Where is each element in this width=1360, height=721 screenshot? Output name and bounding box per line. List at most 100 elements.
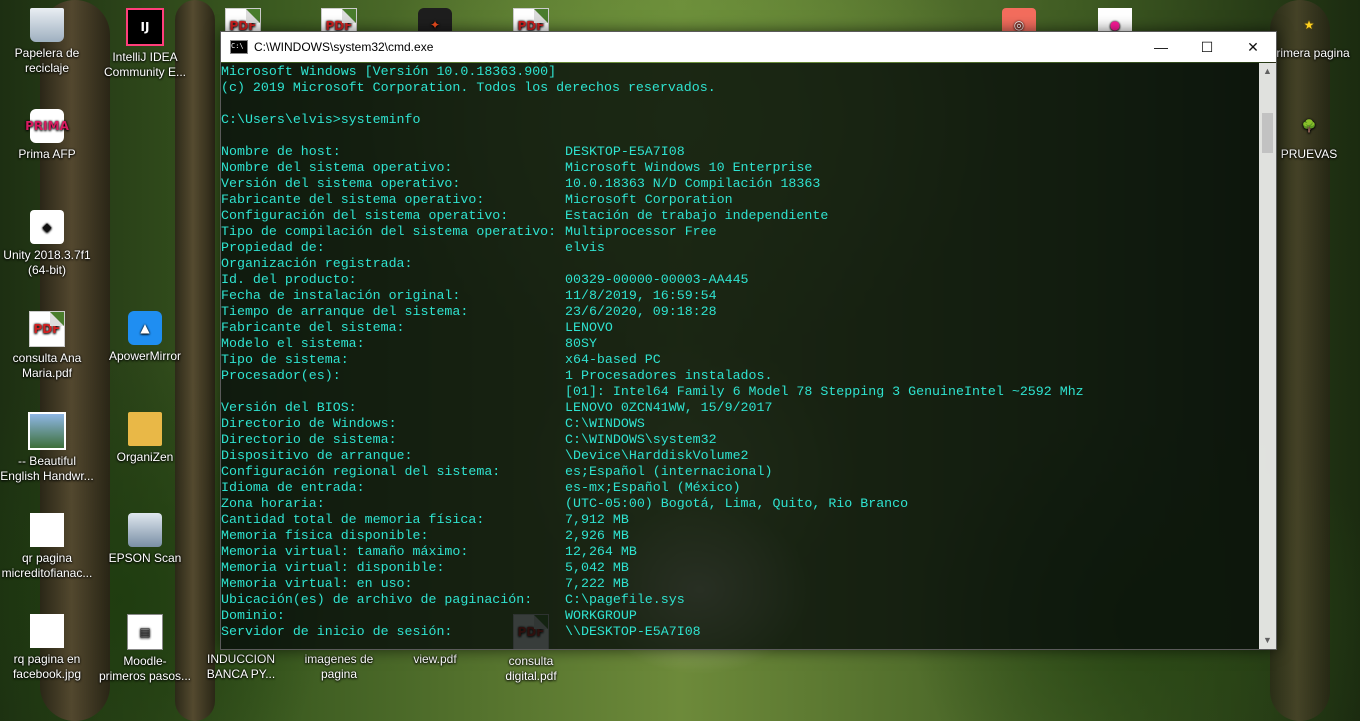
systeminfo-value: elvis bbox=[565, 240, 605, 255]
close-button[interactable]: ✕ bbox=[1230, 32, 1276, 62]
desktop-icon-papelera[interactable]: Papelera de reciclaje bbox=[0, 8, 94, 76]
desktop-icon-label: ApowerMirror bbox=[108, 349, 181, 363]
systeminfo-key: Configuración regional del sistema: bbox=[221, 464, 501, 479]
systeminfo-key: Dispositivo de arranque: bbox=[221, 448, 413, 463]
desktop-icon-moodle[interactable]: ▤ Moodle- primeros pasos... bbox=[98, 614, 192, 684]
header-line: (c) 2019 Microsoft Corporation. Todos lo… bbox=[221, 80, 716, 95]
systeminfo-value: [01]: Intel64 Family 6 Model 78 Stepping… bbox=[565, 384, 1084, 399]
desktop-icon-label: qr pagina micreditofianac... bbox=[1, 551, 93, 580]
systeminfo-row: Memoria virtual: tamaño máximo: 12,264 MB bbox=[221, 544, 1251, 560]
scroll-up-icon[interactable]: ▲ bbox=[1259, 63, 1276, 80]
systeminfo-value: 12,264 MB bbox=[565, 544, 637, 559]
desktop-icon-beautiful[interactable]: -- Beautiful English Handwr... bbox=[0, 412, 94, 484]
systeminfo-value: 2,926 MB bbox=[565, 528, 629, 543]
systeminfo-key: Memoria virtual: disponible: bbox=[221, 560, 445, 575]
systeminfo-key: Idioma de entrada: bbox=[221, 480, 365, 495]
systeminfo-value: 7,222 MB bbox=[565, 576, 629, 591]
desktop-icon-epson[interactable]: EPSON Scan bbox=[98, 513, 192, 566]
systeminfo-value: 10.0.18363 N/D Compilación 18363 bbox=[565, 176, 821, 191]
systeminfo-key: Versión del BIOS: bbox=[221, 400, 357, 415]
systeminfo-key: Zona horaria: bbox=[221, 496, 325, 511]
desktop-icon-qrpagina[interactable]: qr pagina micreditofianac... bbox=[0, 513, 94, 581]
systeminfo-row: Dominio: WORKGROUP bbox=[221, 608, 1251, 624]
console-output[interactable]: Microsoft Windows [Versión 10.0.18363.90… bbox=[221, 63, 1259, 649]
intellij-icon: IJ bbox=[126, 8, 164, 46]
apowermirror-icon: ▲ bbox=[128, 311, 162, 345]
systeminfo-value: 11/8/2019, 16:59:54 bbox=[565, 288, 717, 303]
systeminfo-value: \Device\HarddiskVolume2 bbox=[565, 448, 749, 463]
systeminfo-row: Fabricante del sistema operativo: Microso… bbox=[221, 192, 1251, 208]
prompt-line: C:\Users\elvis>systeminfo bbox=[221, 112, 421, 127]
systeminfo-row: Servidor de inicio de sesión: \\DESKTOP-E… bbox=[221, 624, 1251, 640]
desktop-icon-apower[interactable]: ▲ ApowerMirror bbox=[98, 311, 192, 364]
systeminfo-value: 7,912 MB bbox=[565, 512, 629, 527]
title-bar[interactable]: C:\ C:\WINDOWS\system32\cmd.exe — ☐ ✕ bbox=[221, 32, 1276, 62]
systeminfo-key: Fecha de instalación original: bbox=[221, 288, 461, 303]
desktop-icon-rqpagina[interactable]: rq pagina en facebook.jpg bbox=[0, 614, 94, 682]
systeminfo-value: Microsoft Windows 10 Enterprise bbox=[565, 160, 813, 175]
systeminfo-row: Cantidad total de memoria física: 7,912 M… bbox=[221, 512, 1251, 528]
window-title: C:\WINDOWS\system32\cmd.exe bbox=[254, 40, 434, 54]
pdf-icon: PDF bbox=[29, 311, 65, 347]
desktop-icon-consulta[interactable]: PDF consulta Ana Maria.pdf bbox=[0, 311, 94, 381]
systeminfo-key: Nombre de host: bbox=[221, 144, 341, 159]
maximize-button[interactable]: ☐ bbox=[1184, 32, 1230, 62]
systeminfo-value: \\DESKTOP-E5A7I08 bbox=[565, 624, 701, 639]
systeminfo-key: Directorio de sistema: bbox=[221, 432, 397, 447]
systeminfo-row: Fecha de instalación original: 11/8/2019,… bbox=[221, 288, 1251, 304]
systeminfo-value: Multiprocessor Free bbox=[565, 224, 717, 239]
systeminfo-value: es-mx;Español (México) bbox=[565, 480, 741, 495]
systeminfo-row: Ubicación(es) de archivo de paginación: C… bbox=[221, 592, 1251, 608]
systeminfo-row: Nombre de host: DESKTOP-E5A7I08 bbox=[221, 144, 1251, 160]
scroll-thumb[interactable] bbox=[1262, 113, 1273, 153]
systeminfo-value: 1 Procesadores instalados. bbox=[565, 368, 773, 383]
systeminfo-value: 23/6/2020, 09:18:28 bbox=[565, 304, 717, 319]
systeminfo-row: Dispositivo de arranque: \Device\Harddisk… bbox=[221, 448, 1251, 464]
scroll-down-icon[interactable]: ▼ bbox=[1259, 632, 1276, 649]
systeminfo-key: Tipo de compilación del sistema operativ… bbox=[221, 224, 557, 239]
qr-icon bbox=[30, 513, 64, 547]
desktop-icon-primaafp[interactable]: PRIMA Prima AFP bbox=[0, 109, 94, 162]
systeminfo-value: es;Español (internacional) bbox=[565, 464, 773, 479]
systeminfo-row: Configuración del sistema operativo: Esta… bbox=[221, 208, 1251, 224]
systeminfo-key: Cantidad total de memoria física: bbox=[221, 512, 485, 527]
desktop-icon-label: consulta digital.pdf bbox=[505, 654, 557, 683]
systeminfo-key: Versión del sistema operativo: bbox=[221, 176, 461, 191]
tree-icon: 🌳 bbox=[1301, 118, 1317, 133]
desktop-icon-organizen[interactable]: OrganiZen bbox=[98, 412, 192, 465]
systeminfo-value: WORKGROUP bbox=[565, 608, 637, 623]
desktop-icon-label: OrganiZen bbox=[116, 450, 174, 464]
systeminfo-row: Directorio de Windows: C:\WINDOWS bbox=[221, 416, 1251, 432]
systeminfo-key: Fabricante del sistema: bbox=[221, 320, 405, 335]
systeminfo-row: Configuración regional del sistema: es;Es… bbox=[221, 464, 1251, 480]
systeminfo-row: Tipo de sistema: x64-based PC bbox=[221, 352, 1251, 368]
systeminfo-row: Modelo el sistema: 80SY bbox=[221, 336, 1251, 352]
prima-afp-icon: PRIMA bbox=[25, 109, 69, 143]
cmd-window[interactable]: C:\ C:\WINDOWS\system32\cmd.exe — ☐ ✕ Mi… bbox=[220, 31, 1277, 650]
systeminfo-row: Versión del sistema operativo: 10.0.18363… bbox=[221, 176, 1251, 192]
minimize-button[interactable]: — bbox=[1138, 32, 1184, 62]
systeminfo-value: 00329-00000-00003-AA445 bbox=[565, 272, 749, 287]
systeminfo-row: Fabricante del sistema: LENOVO bbox=[221, 320, 1251, 336]
systeminfo-row: Idioma de entrada: es-mx;Español (México) bbox=[221, 480, 1251, 496]
document-icon: ▤ bbox=[127, 614, 163, 650]
desktop-icon-intellij[interactable]: IJ IntelliJ IDEA Community E... bbox=[98, 8, 192, 80]
systeminfo-key: Configuración del sistema operativo: bbox=[221, 208, 509, 223]
systeminfo-row: Directorio de sistema: C:\WINDOWS\system3… bbox=[221, 432, 1251, 448]
systeminfo-value: Estación de trabajo independiente bbox=[565, 208, 829, 223]
desktop-icon-label: IntelliJ IDEA Community E... bbox=[103, 50, 187, 79]
systeminfo-key: Modelo el sistema: bbox=[221, 336, 365, 351]
systeminfo-key: Tipo de sistema: bbox=[221, 352, 349, 367]
systeminfo-value: DESKTOP-E5A7I08 bbox=[565, 144, 685, 159]
image-icon bbox=[28, 412, 66, 450]
desktop-icon-unity[interactable]: ◆ Unity 2018.3.7f1 (64-bit) bbox=[0, 210, 94, 278]
systeminfo-row: Organización registrada: bbox=[221, 256, 1251, 272]
desktop-icon-label: view.pdf bbox=[413, 652, 457, 666]
star-icon: ★ bbox=[1303, 17, 1315, 32]
systeminfo-value: C:\WINDOWS\system32 bbox=[565, 432, 717, 447]
unity-icon: ◆ bbox=[30, 210, 64, 244]
systeminfo-key: Dominio: bbox=[221, 608, 285, 623]
desktop-icon-label: INDUCCION BANCA PY... bbox=[206, 652, 276, 681]
vertical-scrollbar[interactable]: ▲ ▼ bbox=[1259, 63, 1276, 649]
systeminfo-key: Id. del producto: bbox=[221, 272, 357, 287]
